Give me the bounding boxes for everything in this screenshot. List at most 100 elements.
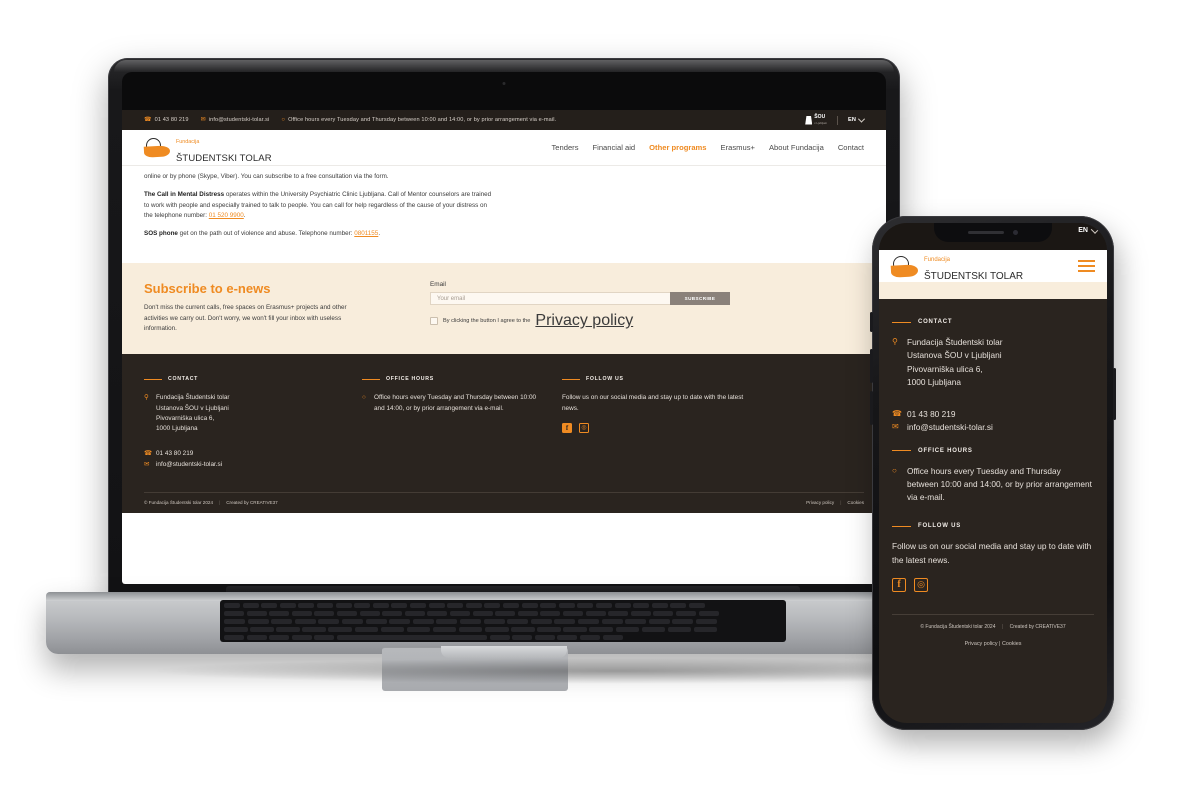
nav-item-contact[interactable]: Contact xyxy=(838,143,864,152)
legal-separator: | xyxy=(840,499,842,505)
footer-contact-links: ☎ 01 43 80 219 ✉ info@studentski-tolar.s… xyxy=(144,449,348,471)
consent-checkbox[interactable] xyxy=(430,317,438,326)
phone-status-bar: EN xyxy=(879,223,1107,250)
instagram-icon[interactable]: ◎ xyxy=(914,577,928,592)
front-camera-icon xyxy=(1013,230,1018,235)
phone-address: ⚲ Fundacija Študentski tolar Ustanova ŠO… xyxy=(892,336,1094,389)
sou-subtitle: v Ljubljani xyxy=(814,122,827,125)
nav-item-about[interactable]: About Fundacija xyxy=(769,143,824,152)
phone-navbar: Fundacija ŠTUDENTSKI TOLAR xyxy=(879,250,1107,282)
address-line-4: 1000 Ljubljana xyxy=(156,425,198,433)
phone-address-line-1: Fundacija Študentski tolar xyxy=(907,337,1003,347)
footer-heading-follow-us: FOLLOW US xyxy=(562,376,748,382)
phone-volume-up-button[interactable] xyxy=(870,349,873,383)
footer-phone[interactable]: ☎ 01 43 80 219 xyxy=(144,449,348,459)
footer-follow-text-label: Follow us on our social media and stay u… xyxy=(562,394,744,412)
phone-power-button[interactable] xyxy=(1113,368,1116,420)
laptop-mockup: ☎ 01 43 80 219 ✉ info@studentski-tolar.s… xyxy=(46,58,1088,691)
footer-privacy-link[interactable]: Privacy policy xyxy=(806,500,834,505)
main-nav: Tenders Financial aid Other programs Era… xyxy=(551,143,864,152)
phone-logo-line-1: Fundacija xyxy=(924,257,951,263)
newsletter-form: Email Your email SUBSCRIBE By clicking t… xyxy=(430,281,730,334)
email-row: Your email SUBSCRIBE xyxy=(430,292,730,306)
nav-item-other-programs[interactable]: Other programs xyxy=(649,143,706,152)
nav-item-financial-aid[interactable]: Financial aid xyxy=(593,143,636,152)
phone-privacy-link[interactable]: Privacy policy xyxy=(965,641,998,647)
phone-office-hours-text: Office hours every Tuesday and Thursday … xyxy=(907,465,1092,503)
phone-address-line-4: 1000 Ljubljana xyxy=(907,376,961,387)
topbar-email[interactable]: ✉ info@studentski-tolar.si xyxy=(201,117,270,123)
envelope-icon: ✉ xyxy=(200,117,206,123)
footer-email[interactable]: ✉ info@studentski-tolar.si xyxy=(144,460,348,470)
phone-footer-email[interactable]: ✉ info@studentski-tolar.si xyxy=(892,421,1094,434)
phone-link-mental-distress[interactable]: 01 520 9900 xyxy=(209,212,244,219)
phone-heading-follow-us: FOLLOW US xyxy=(892,523,1094,529)
facebook-icon[interactable]: f xyxy=(892,577,906,592)
site-navbar: Fundacija ŠTUDENTSKI TOLAR Tenders Finan… xyxy=(122,130,886,166)
credit-text: Created by CREATIVE37 xyxy=(226,499,278,505)
laptop-lid: ☎ 01 43 80 219 ✉ info@studentski-tolar.s… xyxy=(108,58,900,598)
article-p3-lead: SOS phone xyxy=(144,230,178,238)
instagram-icon[interactable]: ◎ xyxy=(579,423,589,434)
laptop-screen: ☎ 01 43 80 219 ✉ info@studentski-tolar.s… xyxy=(122,110,886,584)
consent-text: By clicking the button I agree to the xyxy=(443,318,531,325)
webcam-icon xyxy=(502,82,506,85)
subscribe-button[interactable]: SUBSCRIBE xyxy=(670,292,730,306)
footer-heading-contact-label: CONTACT xyxy=(168,376,199,383)
phone-legal-links: Privacy policy | Cookies xyxy=(892,641,1094,661)
facebook-icon[interactable]: f xyxy=(562,423,572,434)
sou-mark-icon xyxy=(805,115,813,125)
footer-heading-office-hours: OFFICE HOURS xyxy=(362,376,548,382)
phone-footer-phone-label: 01 43 80 219 xyxy=(907,409,956,420)
nav-item-tenders[interactable]: Tenders xyxy=(551,143,578,152)
newsletter-copy: Subscribe to e-news Don't miss the curre… xyxy=(144,281,422,334)
keyboard xyxy=(220,600,786,642)
footer-office-hours-text: Office hours every Tuesday and Thursday … xyxy=(374,394,537,412)
phone-follow-text-label: Follow us on our social media and stay u… xyxy=(892,541,1092,565)
phone-follow-text: Follow us on our social media and stay u… xyxy=(892,540,1094,567)
phone-language-switcher[interactable]: EN xyxy=(1078,224,1100,234)
article-paragraph-1: online or by phone (Skype, Viber). You c… xyxy=(144,173,389,180)
phone-heading-contact: CONTACT xyxy=(892,319,1094,325)
footer-heading-office-hours-label: OFFICE HOURS xyxy=(386,376,434,383)
heading-rule xyxy=(362,378,380,380)
site-footer: CONTACT ⚲ Fundacija Študentski tolar Ust… xyxy=(122,354,886,513)
phone-heading-follow-us-label: FOLLOW US xyxy=(918,523,962,530)
site-topbar: ☎ 01 43 80 219 ✉ info@studentski-tolar.s… xyxy=(122,110,886,130)
phone-link-sos[interactable]: 0801155 xyxy=(354,230,378,237)
bottom-separator: | xyxy=(1001,623,1004,630)
phone-volume-down-button[interactable] xyxy=(870,391,873,425)
nav-item-erasmus[interactable]: Erasmus+ xyxy=(721,143,755,152)
location-pin-icon: ⚲ xyxy=(892,337,898,346)
newsletter-section: Subscribe to e-news Don't miss the curre… xyxy=(122,263,886,355)
article-body: online or by phone (Skype, Viber). You c… xyxy=(122,166,886,264)
phone-footer-phone[interactable]: ☎ 01 43 80 219 xyxy=(892,408,1094,421)
clock-icon: ○ xyxy=(892,465,897,475)
envelope-icon: ✉ xyxy=(144,461,150,469)
phone-address-line-2: Ustanova ŠOU v Ljubljani xyxy=(907,350,1002,361)
footer-heading-contact: CONTACT xyxy=(144,376,348,382)
phone-cookies-link[interactable]: Cookies xyxy=(1002,641,1021,647)
language-switcher[interactable]: EN xyxy=(848,115,866,123)
privacy-policy-link[interactable]: Privacy policy xyxy=(535,312,633,330)
article-p3-text: get on the path out of violence and abus… xyxy=(177,230,355,238)
logo-mark-icon xyxy=(143,137,171,158)
footer-follow-text: Follow us on our social media and stay u… xyxy=(562,393,748,414)
phone-icon: ☎ xyxy=(144,449,152,457)
hamburger-menu-icon[interactable] xyxy=(1078,260,1095,272)
footer-cookies-link[interactable]: Cookies xyxy=(847,500,864,505)
topbar-phone[interactable]: ☎ 01 43 80 219 xyxy=(144,117,189,123)
sou-logo[interactable]: ŠOU v Ljubljani xyxy=(805,114,827,126)
envelope-icon: ✉ xyxy=(892,422,899,432)
location-pin-icon: ⚲ xyxy=(144,394,149,402)
email-label: Email xyxy=(430,281,446,289)
phone-footer-bottom: © Fundacija Študentski tolar 2024 | Crea… xyxy=(892,613,1094,630)
address-line-3: Pivovarniška ulica 6, xyxy=(156,415,215,423)
phone-icon: ☎ xyxy=(144,117,152,123)
email-input[interactable]: Your email xyxy=(430,292,670,306)
chevron-down-icon xyxy=(857,115,866,123)
heading-rule xyxy=(892,450,911,452)
site-logo[interactable]: Fundacija ŠTUDENTSKI TOLAR xyxy=(143,130,272,166)
phone-silent-switch[interactable] xyxy=(870,312,873,332)
